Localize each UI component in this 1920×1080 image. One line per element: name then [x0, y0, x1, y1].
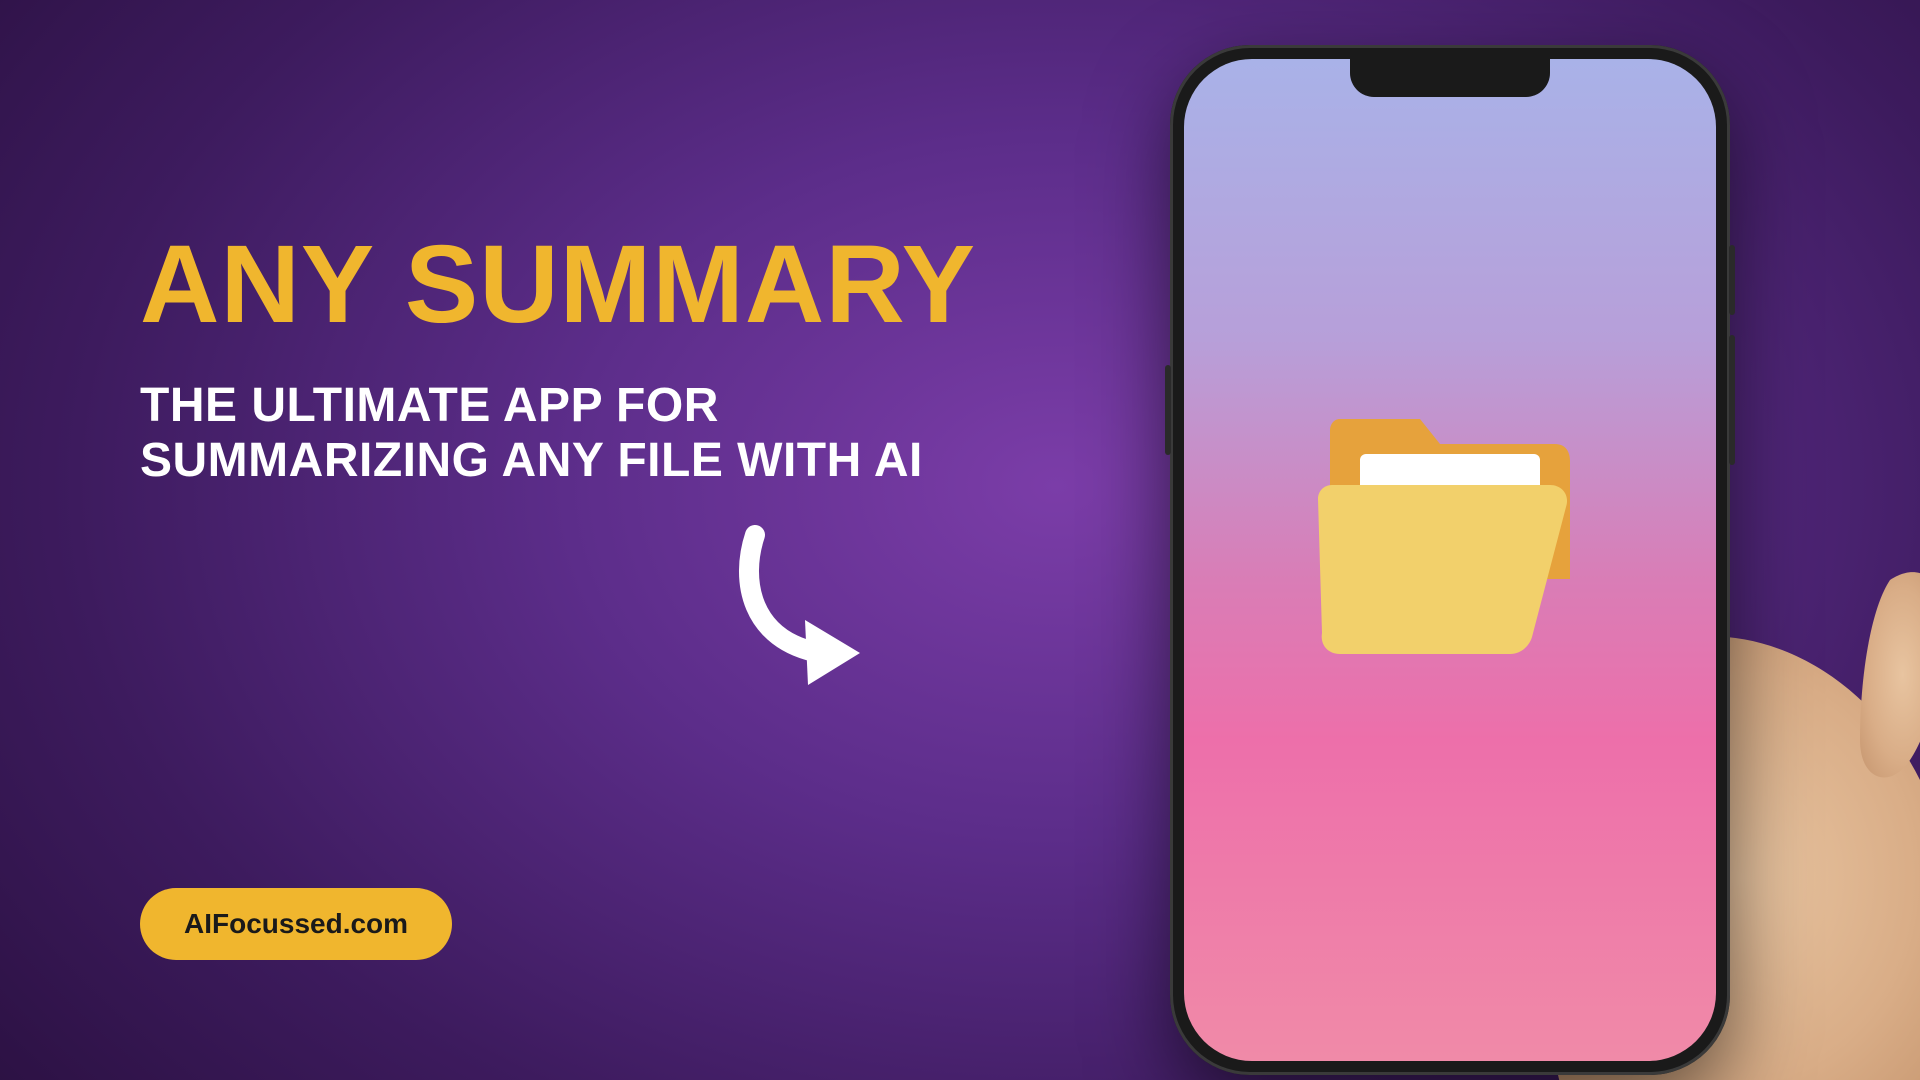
- hero-subtitle: THE ULTIMATE APP FOR SUMMARIZING ANY FIL…: [140, 378, 1020, 488]
- phone-notch: [1350, 59, 1550, 97]
- phone-side-button: [1729, 335, 1735, 465]
- promo-banner: ANY SUMMARY THE ULTIMATE APP FOR SUMMARI…: [0, 0, 1920, 1080]
- curved-arrow-icon: [710, 525, 910, 710]
- phone-side-button: [1729, 245, 1735, 315]
- brand-badge: AIFocussed.com: [140, 888, 452, 960]
- hero-text-block: ANY SUMMARY THE ULTIMATE APP FOR SUMMARI…: [140, 230, 1040, 488]
- phone-in-hand: [990, 45, 1890, 1080]
- hero-title: ANY SUMMARY: [140, 230, 1040, 340]
- phone-side-button: [1165, 365, 1171, 455]
- phone-frame: [1170, 45, 1730, 1075]
- folder-icon: [1300, 399, 1600, 659]
- phone-screen: [1184, 59, 1716, 1061]
